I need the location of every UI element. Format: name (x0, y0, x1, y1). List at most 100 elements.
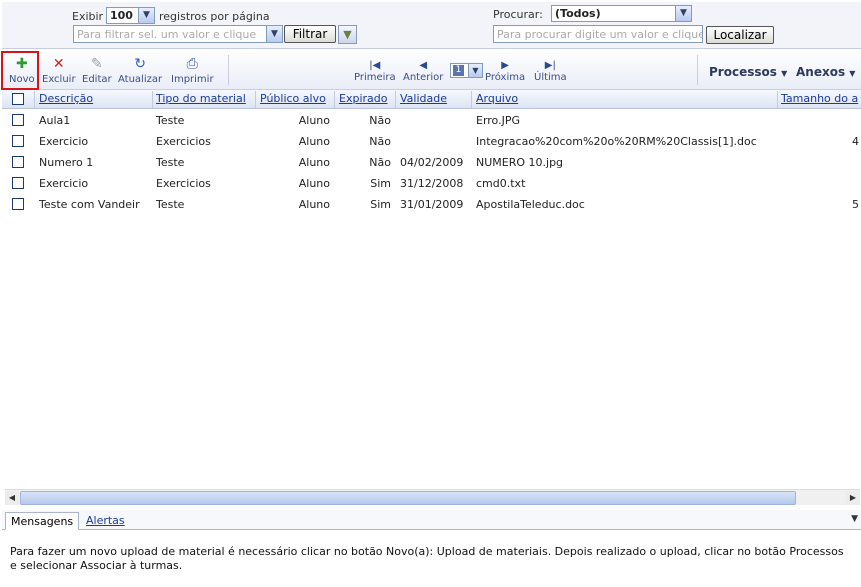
toolbar-separator (228, 55, 229, 85)
cell-tipo: Exercicios (156, 135, 211, 148)
first-page-label: Primeira (354, 72, 396, 83)
filter-input[interactable]: Para filtrar sel. um valor e clique (73, 25, 282, 43)
delete-button[interactable]: ✕ Excluir (42, 56, 76, 85)
table-row[interactable]: Teste com Vandeir Teste Aluno Sim 31/01/… (2, 194, 861, 215)
row-checkbox[interactable] (12, 177, 24, 189)
search-button[interactable]: Localizar (706, 26, 774, 44)
attachments-label: Anexos (796, 65, 846, 79)
caret-down-icon: ▼ (781, 69, 788, 78)
search-scope-select[interactable]: (Todos) ▼ (551, 5, 692, 22)
filter-dropdown[interactable]: ▼ (266, 25, 283, 43)
processes-menu[interactable]: Processos ▼ (709, 65, 787, 79)
cell-descricao: Numero 1 (39, 156, 94, 169)
bottom-tabs: Mensagens Alertas ▼ (2, 510, 861, 530)
select-all-checkbox[interactable] (12, 93, 24, 105)
table-row[interactable]: Aula1 Teste Aluno Não Erro.JPG (2, 110, 861, 131)
message-text: Para fazer um novo upload de material é … (10, 545, 844, 572)
cell-expirado: Sim (370, 198, 391, 211)
refresh-arrows-icon: ↻ (134, 56, 146, 72)
edit-button[interactable]: ✎ Editar (82, 56, 112, 85)
search-input[interactable]: Para procurar digite um valor e clique (493, 25, 703, 43)
column-tipo[interactable]: Tipo do material (156, 92, 246, 105)
previous-page-icon: ◀ (419, 60, 428, 71)
cell-tamanho: 5 (852, 198, 859, 211)
column-tamanho[interactable]: Tamanho do a (781, 92, 858, 105)
cell-publico: Aluno (298, 114, 330, 127)
grid-header: Descrição Tipo do material Público alvo … (2, 90, 861, 109)
cell-descricao: Exercicio (39, 177, 89, 190)
column-separator (777, 91, 778, 108)
per-page-select[interactable]: 100 ▼ (106, 7, 155, 24)
caret-down-icon: ▼ (849, 69, 856, 78)
cell-tipo: Teste (156, 114, 185, 127)
next-page-icon: ▶ (501, 60, 509, 71)
processes-label: Processos (709, 65, 777, 79)
last-page-label: Última (534, 72, 567, 83)
column-arquivo[interactable]: Arquivo (476, 92, 518, 105)
filter-bar: Exibir 100 ▼ registros por página Para f… (2, 2, 861, 49)
last-page-button[interactable]: ▶| Última (534, 60, 567, 83)
scrollbar-thumb[interactable] (20, 491, 796, 505)
cell-publico: Aluno (298, 198, 330, 211)
horizontal-scrollbar[interactable]: ◀ ▶ (5, 489, 860, 505)
cell-tipo: Exercicios (156, 177, 211, 190)
column-expirado[interactable]: Expirado (339, 92, 387, 105)
attachments-menu[interactable]: Anexos ▼ (796, 65, 855, 79)
column-publico[interactable]: Público alvo (260, 92, 326, 105)
show-label: Exibir (72, 10, 104, 23)
funnel-icon[interactable]: ▼ (338, 25, 357, 44)
toolbar: ✚ Novo ✕ Excluir ✎ Editar ↻ Atualizar ⎙ … (2, 50, 861, 90)
first-page-button[interactable]: |◀ Primeira (354, 60, 396, 83)
scroll-left-icon[interactable]: ◀ (5, 491, 19, 505)
column-separator (395, 91, 396, 108)
cell-arquivo: ApostilaTeleduc.doc (476, 198, 585, 211)
table-row[interactable]: Exercicio Exercicios Aluno Não Integraca… (2, 131, 861, 152)
column-separator (334, 91, 335, 108)
page-number: 1 (453, 65, 464, 76)
search-label: Procurar: (493, 8, 543, 21)
filter-button[interactable]: Filtrar (284, 25, 336, 43)
table-row[interactable]: Numero 1 Teste Aluno Não 04/02/2009 NUME… (2, 152, 861, 173)
scroll-right-icon[interactable]: ▶ (846, 491, 860, 505)
page-select[interactable]: 1 ▼ (450, 63, 483, 78)
tab-messages[interactable]: Mensagens (5, 512, 80, 530)
filter-placeholder: Para filtrar sel. um valor e clique (77, 28, 257, 41)
column-validade[interactable]: Validade (400, 92, 447, 105)
chevron-down-icon: ▼ (468, 64, 482, 77)
search-scope-value: (Todos) (555, 7, 601, 20)
cell-arquivo: Erro.JPG (476, 114, 520, 127)
per-page-suffix: registros por página (159, 10, 270, 23)
chevron-down-icon: ▼ (675, 6, 691, 21)
print-button[interactable]: ⎙ Imprimir (171, 56, 214, 85)
column-descricao[interactable]: Descrição (39, 92, 93, 105)
cell-descricao: Exercicio (39, 135, 89, 148)
cell-validade: 04/02/2009 (400, 156, 464, 169)
cell-publico: Aluno (298, 156, 330, 169)
cell-tipo: Teste (156, 198, 185, 211)
column-separator (152, 91, 153, 108)
previous-page-button[interactable]: ◀ Anterior (403, 60, 443, 83)
panel-dropdown-icon[interactable]: ▼ (851, 514, 858, 524)
row-checkbox[interactable] (12, 135, 24, 147)
cell-publico: Aluno (298, 177, 330, 190)
cell-validade: 31/12/2008 (400, 177, 464, 190)
first-page-icon: |◀ (369, 60, 381, 71)
refresh-label: Atualizar (118, 74, 163, 85)
print-label: Imprimir (171, 74, 214, 85)
row-checkbox[interactable] (12, 156, 24, 168)
cell-validade: 31/01/2009 (400, 198, 464, 211)
row-checkbox[interactable] (12, 198, 24, 210)
next-page-label: Próxima (485, 72, 526, 83)
search-placeholder: Para procurar digite um valor e clique (497, 28, 703, 41)
refresh-button[interactable]: ↻ Atualizar (118, 56, 162, 85)
tab-alerts[interactable]: Alertas (81, 512, 130, 530)
chevron-down-icon: ▼ (267, 26, 282, 42)
table-row[interactable]: Exercicio Exercicios Aluno Sim 31/12/200… (2, 173, 861, 194)
previous-page-label: Anterior (403, 72, 444, 83)
toolbar-separator (697, 55, 698, 85)
next-page-button[interactable]: ▶ Próxima (485, 60, 525, 83)
cell-arquivo: Integracao%20com%20o%20RM%20Classis[1].d… (476, 135, 757, 148)
row-checkbox[interactable] (12, 114, 24, 126)
cell-expirado: Não (369, 156, 391, 169)
cell-expirado: Não (369, 114, 391, 127)
